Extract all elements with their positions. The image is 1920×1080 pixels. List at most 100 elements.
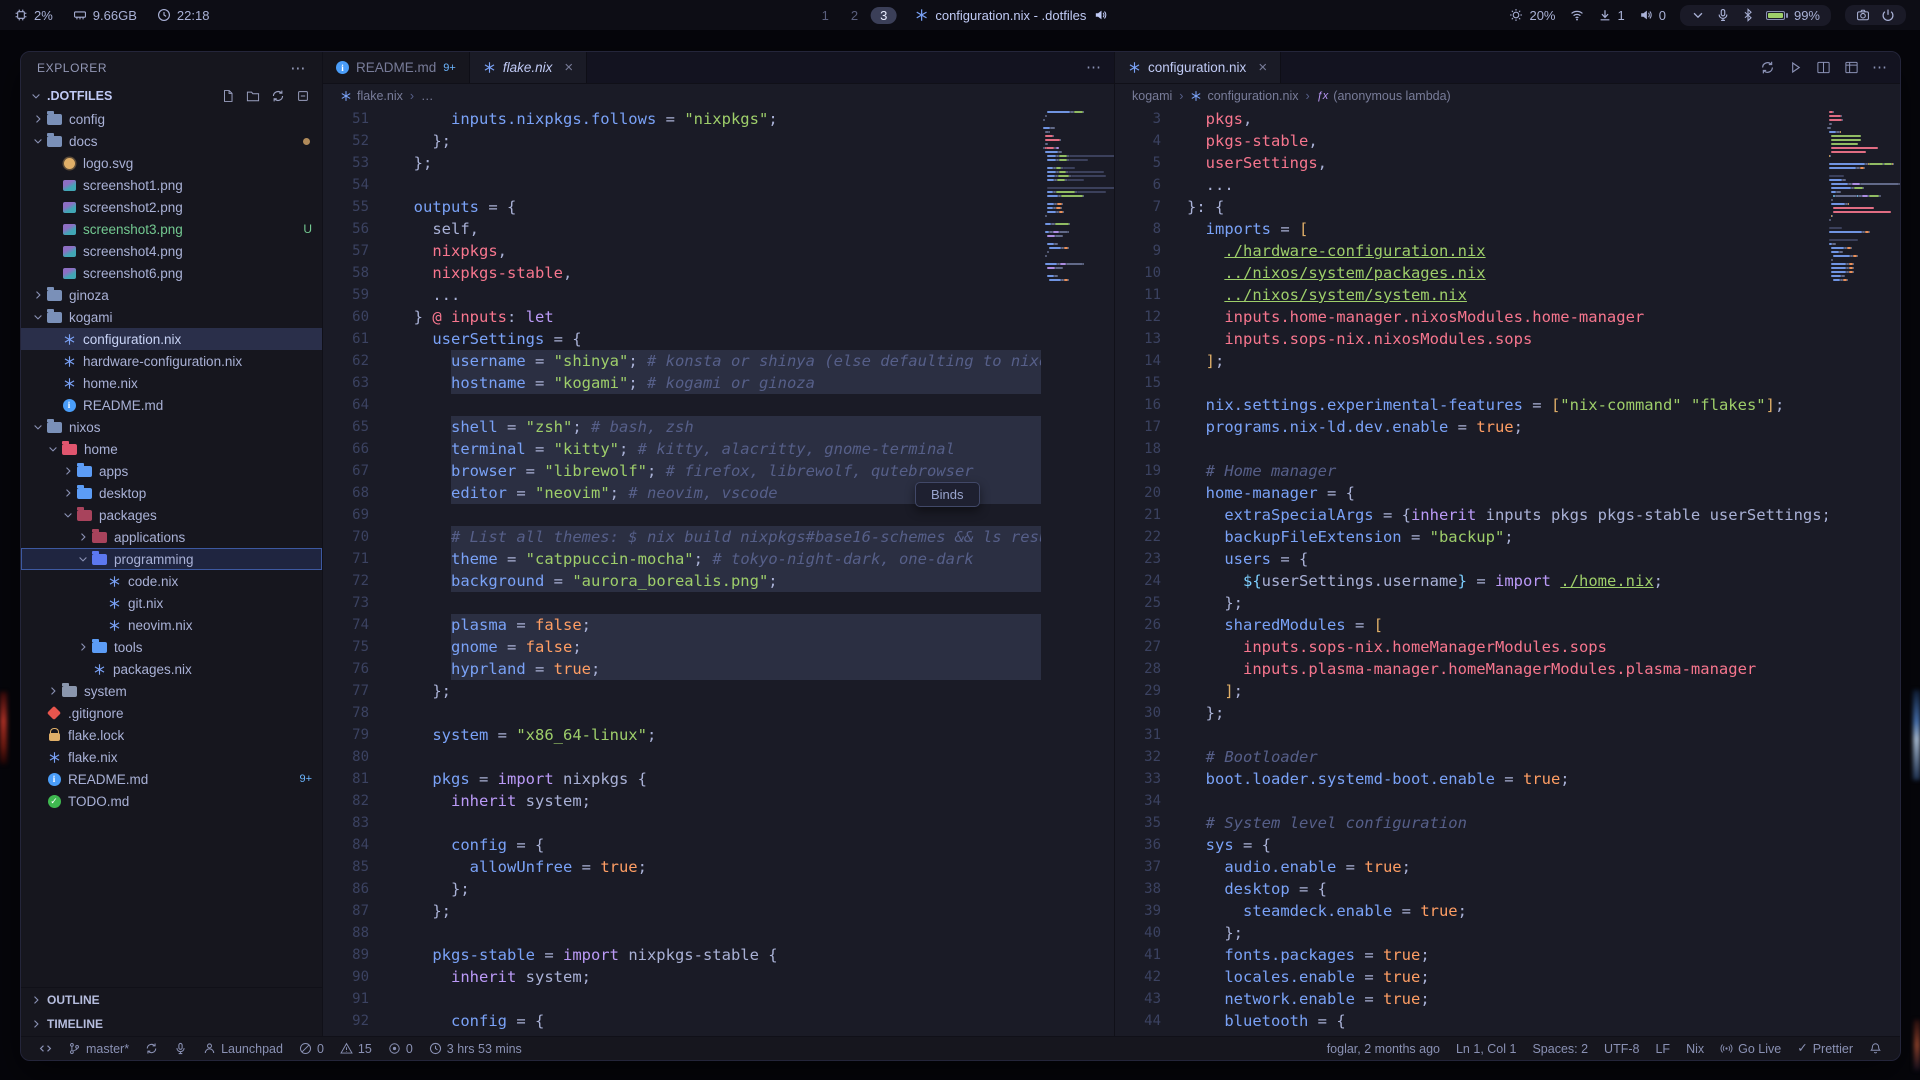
workspace-3[interactable]: 3 <box>871 7 896 24</box>
status-ln-1-col-1[interactable]: Ln 1, Col 1 <box>1448 1042 1524 1056</box>
tree-item-docs[interactable]: docs <box>21 130 322 152</box>
tree-item-hardware-configuration.nix[interactable]: hardware-configuration.nix <box>21 350 322 372</box>
editor-line: 74 plasma = false; <box>323 614 1041 636</box>
status-record-0[interactable]: 0 <box>380 1042 421 1056</box>
tree-item-apps[interactable]: apps <box>21 460 322 482</box>
tree-item-screenshot2.png[interactable]: screenshot2.png <box>21 196 322 218</box>
tree-item-TODO.md[interactable]: ✓TODO.md <box>21 790 322 812</box>
arrow-down-module[interactable]: 1 <box>1598 8 1625 23</box>
status-warning-15[interactable]: 15 <box>332 1042 380 1056</box>
ram-module[interactable]: 9.66GB <box>73 8 137 23</box>
mic-module[interactable] <box>1716 8 1730 22</box>
tab-configuration.nix[interactable]: configuration.nix× <box>1115 52 1281 83</box>
tree-item-README.md[interactable]: iREADME.md <box>21 394 322 416</box>
tree-item-label: ginoza <box>69 288 109 303</box>
tree-item-packages[interactable]: packages <box>21 504 322 526</box>
chevron-down-module[interactable] <box>1691 8 1705 22</box>
status-clock-3-hrs-53-mins[interactable]: 3 hrs 53 mins <box>421 1042 530 1056</box>
play-actions-icon[interactable] <box>1788 60 1803 75</box>
speaker-module[interactable]: 0 <box>1639 8 1666 23</box>
workspace-1[interactable]: 1 <box>813 7 838 24</box>
tree-item-screenshot4.png[interactable]: screenshot4.png <box>21 240 322 262</box>
timeline-section[interactable]: TIMELINE <box>21 1012 322 1036</box>
new-file-icon[interactable] <box>221 89 235 103</box>
tree-item-configuration.nix[interactable]: configuration.nix <box>21 328 322 350</box>
line-tokens: ./hardware-configuration.nix <box>1224 240 1485 262</box>
status-remote[interactable] <box>31 1042 60 1055</box>
tree-item-config[interactable]: config <box>21 108 322 130</box>
tree-item-tools[interactable]: tools <box>21 636 322 658</box>
tree-item-applications[interactable]: applications <box>21 526 322 548</box>
refresh-icon[interactable] <box>271 89 285 103</box>
tree-item-screenshot3.png[interactable]: screenshot3.pngU <box>21 218 322 240</box>
tree-item-flake.nix[interactable]: flake.nix <box>21 746 322 768</box>
battery-module[interactable]: 99% <box>1766 8 1820 23</box>
outline-section[interactable]: OUTLINE <box>21 988 322 1012</box>
workspace-2[interactable]: 2 <box>842 7 867 24</box>
tree-item-neovim.nix[interactable]: neovim.nix <box>21 614 322 636</box>
editor-line: 80 <box>323 746 1041 768</box>
tree-item-desktop[interactable]: desktop <box>21 482 322 504</box>
breadcrumb-item[interactable]: flake.nix <box>340 89 403 103</box>
tree-item-system[interactable]: system <box>21 680 322 702</box>
tree-item-code.nix[interactable]: code.nix <box>21 570 322 592</box>
breadcrumb-item[interactable]: … <box>421 89 434 103</box>
status-nix[interactable]: Nix <box>1678 1042 1712 1056</box>
tree-item-screenshot1.png[interactable]: screenshot1.png <box>21 174 322 196</box>
breadcrumb-item[interactable]: kogami <box>1132 89 1172 103</box>
tree-item-home.nix[interactable]: home.nix <box>21 372 322 394</box>
collapse-all-icon[interactable] <box>296 89 310 103</box>
breadcrumb-item[interactable]: ƒx(anonymous lambda) <box>1317 89 1451 103</box>
tree-item-.gitignore[interactable]: .gitignore <box>21 702 322 724</box>
minimap[interactable] <box>1827 108 1900 1036</box>
status-check-prettier[interactable]: ✓Prettier <box>1789 1042 1861 1056</box>
tree-item-logo.svg[interactable]: logo.svg <box>21 152 322 174</box>
status-bell[interactable] <box>1861 1042 1890 1055</box>
camera-module[interactable] <box>1856 8 1870 22</box>
tree-item-screenshot6.png[interactable]: screenshot6.png <box>21 262 322 284</box>
close-icon[interactable]: × <box>564 59 573 76</box>
more-actions-icon[interactable]: ⋯ <box>290 59 306 77</box>
tab-README.md[interactable]: iREADME.md9+ <box>323 52 470 83</box>
tree-item-README.md[interactable]: iREADME.md9+ <box>21 768 322 790</box>
more-actions-icon[interactable]: ⋯ <box>1086 60 1101 75</box>
power-module[interactable] <box>1881 8 1895 22</box>
minimap[interactable] <box>1041 108 1114 1036</box>
status-error-0[interactable]: 0 <box>291 1042 332 1056</box>
workspace-root-row[interactable]: .DOTFILES <box>21 84 322 108</box>
wifi-module[interactable] <box>1570 8 1584 22</box>
status-spaces-2[interactable]: Spaces: 2 <box>1524 1042 1596 1056</box>
more-actions-icon[interactable]: ⋯ <box>1872 60 1887 75</box>
code-lines[interactable]: 3 pkgs,4 pkgs-stable,5 userSettings,6 ..… <box>1115 108 1827 1036</box>
status-mic[interactable] <box>166 1042 195 1055</box>
code-lines[interactable]: 51 inputs.nixpkgs.follows = "nixpkgs";52… <box>323 108 1041 1036</box>
breadcrumb-label: configuration.nix <box>1207 89 1298 103</box>
status-branch-master-[interactable]: master* <box>60 1042 137 1056</box>
close-icon[interactable]: × <box>1258 59 1267 76</box>
sync-actions-icon[interactable] <box>1760 60 1775 75</box>
status-person-launchpad[interactable]: Launchpad <box>195 1042 291 1056</box>
tree-item-git.nix[interactable]: git.nix <box>21 592 322 614</box>
tree-item-flake.lock[interactable]: flake.lock <box>21 724 322 746</box>
status-broadcast-go-live[interactable]: Go Live <box>1712 1042 1789 1056</box>
tab-flake.nix[interactable]: flake.nix× <box>470 52 587 83</box>
status-foglar-2-months-ago[interactable]: foglar, 2 months ago <box>1319 1042 1448 1056</box>
breadcrumb-item[interactable]: configuration.nix <box>1190 89 1298 103</box>
tree-item-packages.nix[interactable]: packages.nix <box>21 658 322 680</box>
tree-item-ginoza[interactable]: ginoza <box>21 284 322 306</box>
clock-module[interactable]: 22:18 <box>157 8 210 23</box>
tree-item-programming[interactable]: programming <box>21 548 322 570</box>
tree-item-kogami[interactable]: kogami <box>21 306 322 328</box>
tree-item-home[interactable]: home <box>21 438 322 460</box>
status-sync[interactable] <box>137 1042 166 1055</box>
chevron-down-icon[interactable] <box>27 90 44 102</box>
bluetooth-module[interactable] <box>1741 8 1755 22</box>
status-utf-8[interactable]: UTF-8 <box>1596 1042 1647 1056</box>
new-folder-icon[interactable] <box>246 89 260 103</box>
cpu-module[interactable]: 2% <box>14 8 53 23</box>
layout-actions-icon[interactable] <box>1844 60 1859 75</box>
split-actions-icon[interactable] <box>1816 60 1831 75</box>
status-lf[interactable]: LF <box>1647 1042 1678 1056</box>
tree-item-nixos[interactable]: nixos <box>21 416 322 438</box>
sun-module[interactable]: 20% <box>1509 8 1555 23</box>
